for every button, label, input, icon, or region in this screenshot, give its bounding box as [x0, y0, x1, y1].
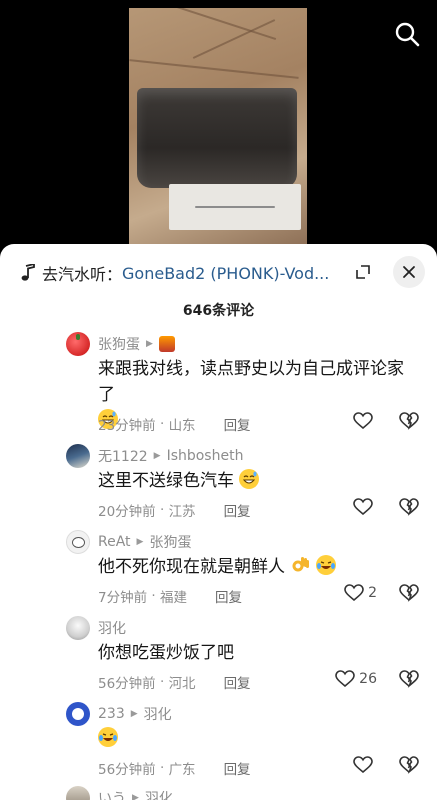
comment-item: ReAt ▶ 张狗蛋 他不死你现在就是朝鲜人 7分钟前 · 福建 回复 2: [0, 530, 437, 610]
like-button[interactable]: 2: [344, 584, 377, 602]
broken-heart-icon: [399, 412, 419, 430]
reply-to-username[interactable]: 羽化: [144, 704, 172, 724]
pip-button[interactable]: [349, 258, 377, 286]
avatar[interactable]: [66, 530, 90, 554]
tears-of-joy-icon: [315, 555, 336, 575]
reply-arrow-icon: ▶: [130, 709, 138, 719]
comment-item: 张狗蛋 ▶ 来跟我对线，读点野史以为自己成评论家了 23分钟前 · 山东 回复: [0, 330, 437, 434]
like-button[interactable]: [353, 498, 377, 516]
reply-button[interactable]: 回复: [215, 586, 242, 606]
reply-button[interactable]: 回复: [224, 500, 251, 520]
comment-username[interactable]: ReAt: [98, 534, 131, 550]
video-frame: [129, 8, 307, 248]
broken-heart-icon: [399, 756, 419, 774]
comment-item: 233 ▶ 羽化 56分钟前 · 广东 回复: [0, 702, 437, 782]
comment-username[interactable]: 233: [98, 706, 125, 722]
reply-arrow-icon: ▶: [153, 451, 161, 461]
reply-to-username[interactable]: Ishbosheth: [167, 448, 244, 464]
like-button[interactable]: [353, 756, 377, 774]
comment-location: 广东: [168, 762, 196, 778]
comment-username[interactable]: 羽化: [98, 618, 126, 638]
comment-time: 7分钟前: [98, 590, 148, 606]
music-note-icon: [21, 264, 35, 281]
heart-outline-icon: [353, 412, 373, 430]
search-button[interactable]: [393, 20, 421, 48]
comment-time: 20分钟前: [98, 504, 156, 520]
dislike-button[interactable]: [399, 498, 419, 520]
comment-time: 56分钟前: [98, 676, 156, 692]
reply-button[interactable]: 回复: [224, 414, 251, 434]
comment-item: 无1122 ▶ Ishbosheth 这里不送绿色汽车 20分钟前 · 江苏 回…: [0, 444, 437, 524]
video-player[interactable]: [0, 0, 437, 260]
close-button[interactable]: [393, 256, 425, 288]
avatar[interactable]: [66, 702, 90, 726]
music-prefix: 去汽水听：: [42, 265, 123, 284]
comment-item: いう ▶ 羽化: [0, 786, 437, 800]
comment-username[interactable]: 无1122: [98, 446, 148, 466]
comment-time: 56分钟前: [98, 762, 156, 778]
reply-button[interactable]: 回复: [224, 672, 251, 692]
avatar[interactable]: [66, 332, 90, 356]
dislike-button[interactable]: [399, 670, 419, 692]
comment-location: 江苏: [168, 504, 196, 520]
comment-location: 河北: [168, 676, 196, 692]
comment-sheet: 去汽水听： GoneBad2 (PHONK)-Vod... 646条评论 张狗蛋…: [0, 244, 437, 800]
dislike-button[interactable]: [399, 412, 419, 434]
comment-text: 这里不送绿色汽车: [98, 468, 417, 494]
comment-username[interactable]: いう: [98, 788, 126, 800]
reply-button[interactable]: 回复: [224, 758, 251, 778]
avatar[interactable]: [66, 786, 90, 800]
comment-time: 23分钟前: [98, 418, 156, 434]
comment-text: [98, 726, 417, 752]
tears-of-joy-icon: [98, 727, 118, 747]
comment-location: 福建: [159, 590, 187, 606]
picture-in-picture-icon: [356, 265, 370, 279]
broken-heart-icon: [399, 498, 419, 516]
comment-username[interactable]: 张狗蛋: [98, 334, 140, 354]
reply-arrow-icon: ▶: [146, 339, 153, 349]
avatar[interactable]: [66, 616, 90, 640]
stone-artifact: [137, 88, 297, 188]
close-icon: [403, 266, 415, 278]
broken-heart-icon: [399, 584, 419, 602]
comment-item: 羽化 你想吃蛋炒饭了吧 56分钟前 · 河北 回复 26: [0, 616, 437, 696]
music-title[interactable]: GoneBad2 (PHONK)-Vod...: [122, 264, 329, 283]
reply-arrow-icon: ▶: [132, 793, 139, 800]
reply-to-username[interactable]: 张狗蛋: [149, 532, 191, 552]
comment-text: 你想吃蛋炒饭了吧: [98, 643, 234, 663]
like-button[interactable]: [353, 412, 377, 430]
avatar[interactable]: [66, 444, 90, 468]
ok-hand-icon: [290, 555, 310, 575]
exhibit-placard: [169, 184, 301, 230]
heart-outline-icon: [353, 756, 373, 774]
comment-count: 646条评论: [182, 303, 255, 319]
comment-text: 他不死你现在就是朝鲜人: [98, 554, 417, 580]
heart-outline-icon: [344, 584, 364, 602]
like-button[interactable]: 26: [335, 670, 377, 688]
reply-to-username[interactable]: 羽化: [145, 788, 173, 800]
like-count: 26: [359, 671, 377, 687]
reply-arrow-icon: ▶: [136, 537, 144, 547]
dislike-button[interactable]: [399, 756, 419, 778]
search-icon: [395, 22, 420, 47]
broken-heart-icon: [399, 670, 419, 688]
dislike-button[interactable]: [399, 584, 419, 606]
comment-location: 山东: [168, 418, 196, 434]
like-count: 2: [368, 585, 377, 601]
flame-badge-icon: [158, 336, 175, 352]
heart-outline-icon: [353, 498, 373, 516]
heart-outline-icon: [335, 670, 355, 688]
grin-sweat-icon: [239, 469, 260, 489]
